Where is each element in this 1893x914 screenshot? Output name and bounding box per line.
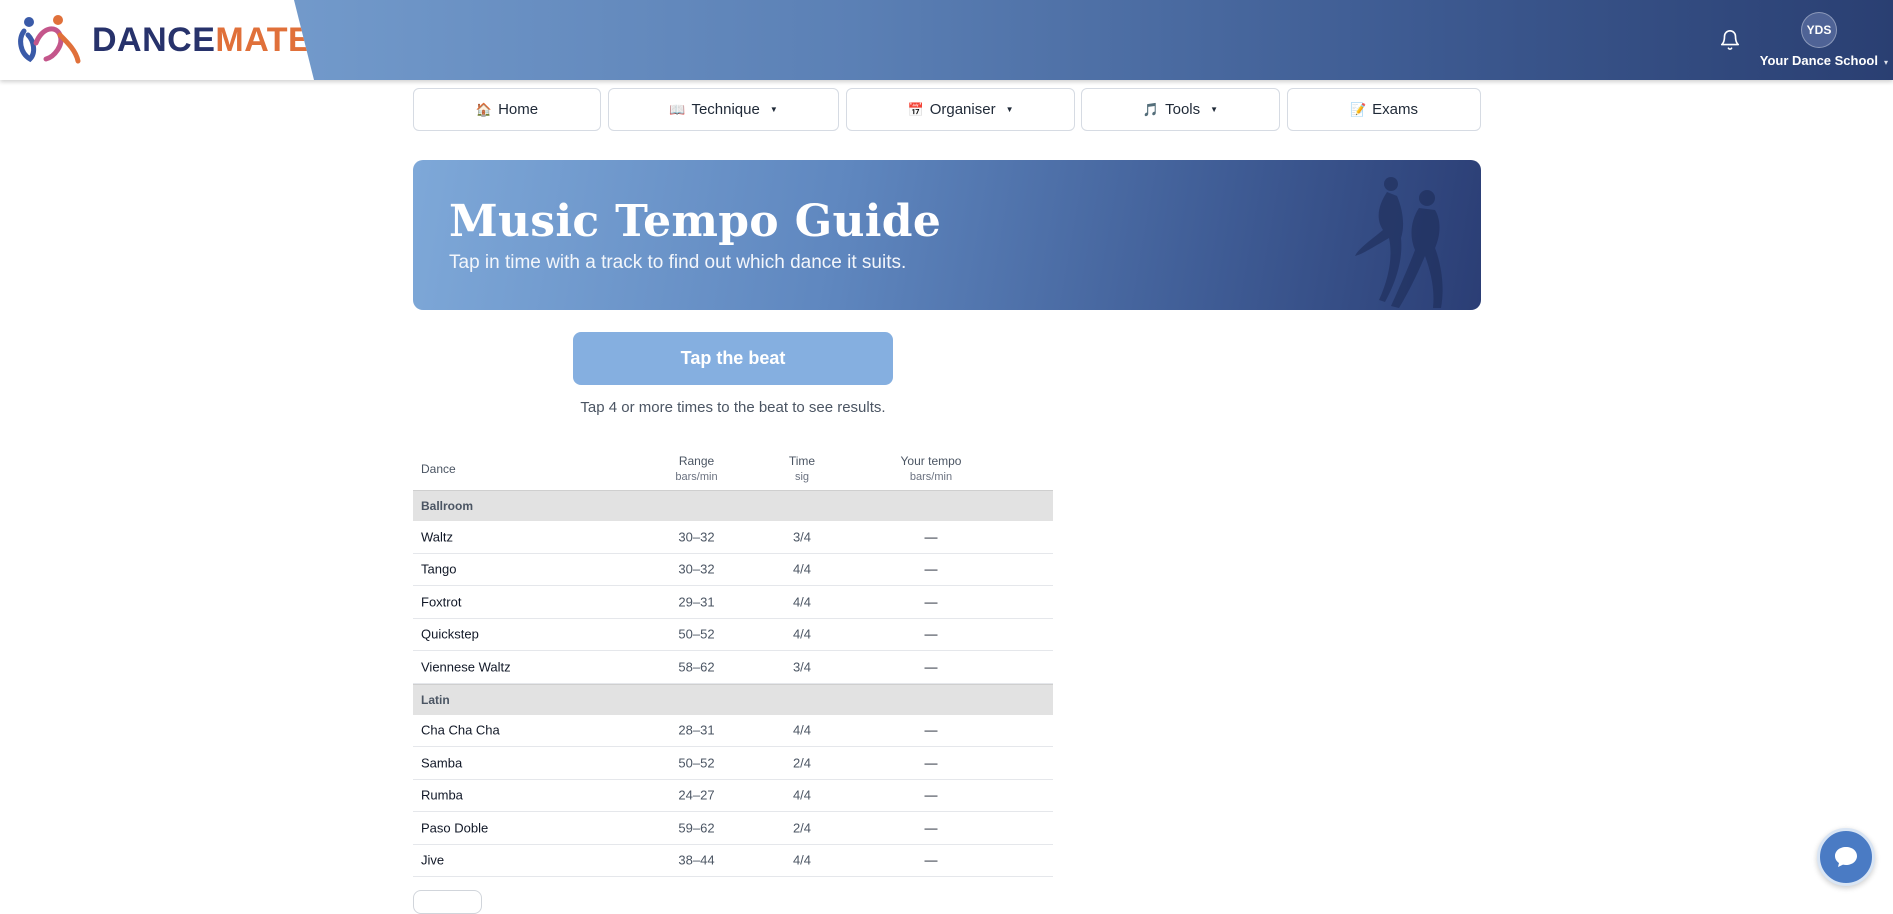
book-icon: 📖 <box>669 101 686 117</box>
chevron-down-icon: ▾ <box>1883 58 1888 67</box>
memo-icon: 📝 <box>1349 101 1367 117</box>
chat-button[interactable] <box>1817 828 1875 886</box>
nav-label: Tools <box>1165 101 1201 118</box>
dancers-silhouette-icon <box>1355 177 1443 308</box>
dancemate-logo-icon <box>18 15 81 64</box>
nav-technique[interactable]: 📖 Technique ▼ <box>608 88 839 131</box>
table-row: Waltz 30–32 3/4— <box>413 521 1053 554</box>
tap-hint: Tap 4 or more times to the beat to see r… <box>580 399 886 416</box>
main-nav: 🏠 Home 📖 Technique ▼ 📅 Organiser ▼ 🎵 Too… <box>413 88 1481 131</box>
top-bar: DANCEMATE YDS Your Dance School ▾ <box>0 0 1893 80</box>
table-row: Viennese Waltz 58–62 3/4— <box>413 651 1053 684</box>
table-row: Samba 50–52 2/4— <box>413 747 1053 780</box>
logo[interactable]: DANCEMATE <box>0 0 314 80</box>
table-row: Cha Cha Cha 28–31 4/4— <box>413 715 1053 747</box>
nav-organiser[interactable]: 📅 Organiser ▼ <box>846 88 1075 131</box>
nav-label: Exams <box>1372 101 1419 118</box>
table-row: Paso Doble 59–62 2/4— <box>413 812 1053 845</box>
column-header-range: Range bars/min <box>675 454 718 483</box>
column-header-time-sig: Time sig <box>788 454 816 483</box>
table-row: Tango 30–32 4/4— <box>413 554 1053 586</box>
tempo-table: Dance Range bars/min Time sig Your tempo ba… <box>413 450 1053 877</box>
user-avatar[interactable]: YDS <box>1801 12 1837 48</box>
nav-label: Home <box>498 101 539 118</box>
music-note-icon: 🎵 <box>1142 101 1160 117</box>
hero-banner: Music Tempo Guide Tap in time with a tra… <box>413 160 1481 310</box>
notifications-button[interactable] <box>1716 26 1744 54</box>
nav-label: Technique <box>691 101 760 118</box>
bell-icon <box>1720 30 1740 50</box>
table-row: Quickstep 50–52 4/4— <box>413 619 1053 651</box>
page-subtitle: Tap in time with a track to find out whi… <box>449 252 907 273</box>
group-header-latin: Latin <box>413 683 1053 715</box>
group-header-ballroom: Ballroom <box>413 490 1053 521</box>
calendar-icon: 📅 <box>907 101 924 117</box>
home-icon: 🏠 <box>475 101 493 117</box>
table-row: Rumba 24–27 4/4— <box>413 780 1053 812</box>
nav-home[interactable]: 🏠 Home <box>413 88 601 131</box>
page-title: Music Tempo Guide <box>449 196 942 247</box>
chat-bubble-icon <box>1835 847 1857 867</box>
dropdown-arrow-icon: ▼ <box>769 105 778 114</box>
more-button[interactable] <box>413 890 482 914</box>
nav-tools[interactable]: 🎵 Tools ▼ <box>1081 88 1280 131</box>
school-menu[interactable]: Your Dance School ▾ <box>1740 53 1888 68</box>
nav-exams[interactable]: 📝 Exams <box>1287 88 1481 131</box>
tap-the-beat-button[interactable]: Tap the beat <box>573 332 893 385</box>
table-row: Jive 38–44 4/4— <box>413 845 1053 877</box>
table-row: Foxtrot 29–31 4/4— <box>413 586 1053 619</box>
column-header-dance: Dance <box>421 462 456 476</box>
column-header-your-tempo: Your tempo bars/min <box>900 454 962 483</box>
school-name: Your Dance School <box>1759 53 1878 68</box>
dropdown-arrow-icon: ▼ <box>1005 105 1014 114</box>
logo-text: DANCEMATE <box>92 21 312 59</box>
dropdown-arrow-icon: ▼ <box>1210 105 1219 114</box>
nav-label: Organiser <box>929 101 996 118</box>
table-header: Dance Range bars/min Time sig Your tempo ba… <box>413 450 1053 490</box>
